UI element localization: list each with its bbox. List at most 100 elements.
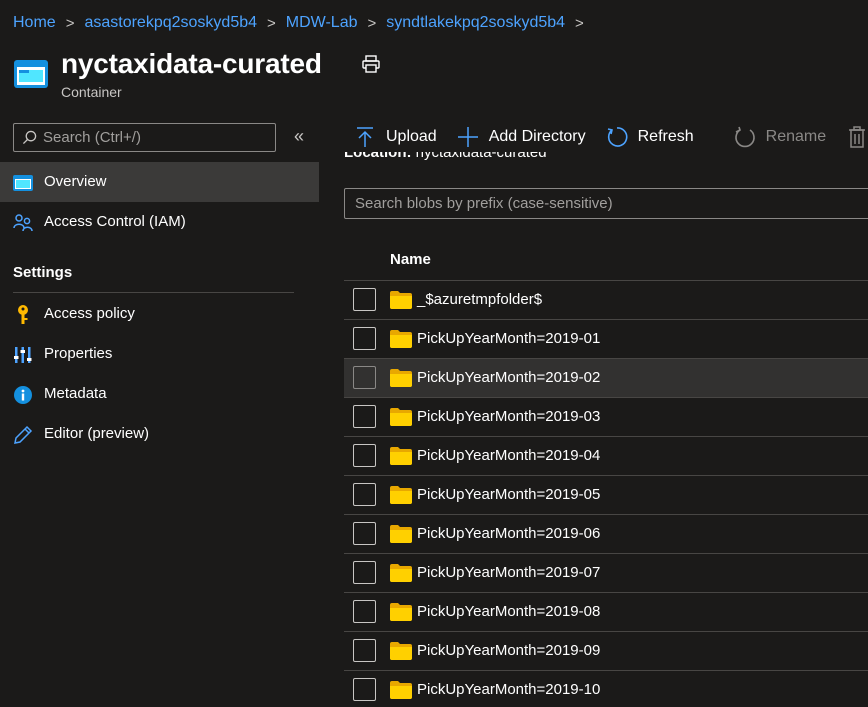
add-directory-button[interactable]: Add Directory [457, 117, 586, 157]
row-checkbox[interactable] [353, 561, 376, 584]
folder-name[interactable]: _$azuretmpfolder$ [417, 291, 542, 308]
sidebar-item-editor[interactable]: Editor (preview) [0, 414, 319, 454]
breadcrumb-storage-account[interactable]: asastorekpq2soskyd5b4 [84, 14, 257, 32]
folder-name[interactable]: PickUpYearMonth=2019-06 [417, 525, 600, 542]
delete-button[interactable] [846, 117, 868, 157]
print-icon[interactable] [361, 54, 381, 74]
sidebar-item-label: Metadata [44, 385, 107, 402]
info-icon [13, 385, 33, 405]
page-subtitle: Container [61, 84, 122, 100]
folder-icon [390, 447, 412, 465]
refresh-icon [607, 127, 628, 147]
table-row[interactable]: PickUpYearMonth=2019-01 [344, 320, 868, 359]
folder-name[interactable]: PickUpYearMonth=2019-07 [417, 564, 600, 581]
column-header-name[interactable]: Name [390, 251, 431, 268]
table-row[interactable]: PickUpYearMonth=2019-03 [344, 398, 868, 437]
rename-label: Rename [765, 128, 827, 145]
table-row[interactable]: _$azuretmpfolder$ [344, 281, 868, 320]
table-header: Name [344, 242, 868, 281]
chevron-right-icon: > [267, 14, 276, 32]
breadcrumb-resource-group[interactable]: MDW-Lab [286, 14, 358, 32]
search-icon [22, 130, 37, 145]
table-row[interactable]: PickUpYearMonth=2019-09 [344, 632, 868, 671]
folder-name[interactable]: PickUpYearMonth=2019-10 [417, 681, 600, 698]
page-title: nyctaxidata-curated [61, 48, 322, 79]
pencil-icon [13, 425, 33, 445]
folder-name[interactable]: PickUpYearMonth=2019-02 [417, 369, 600, 386]
folder-name[interactable]: PickUpYearMonth=2019-08 [417, 603, 600, 620]
properties-icon [13, 345, 33, 365]
folder-icon [390, 330, 412, 348]
folder-icon [390, 642, 412, 660]
chevron-right-icon: > [65, 14, 75, 32]
table-row[interactable]: PickUpYearMonth=2019-07 [344, 554, 868, 593]
key-icon [13, 305, 33, 325]
table-row[interactable]: PickUpYearMonth=2019-06 [344, 515, 868, 554]
table-row[interactable]: PickUpYearMonth=2019-02 [344, 359, 868, 398]
people-icon [13, 213, 33, 233]
folder-icon [390, 486, 412, 504]
location-label: Location: [344, 152, 412, 161]
sidebar-search-input[interactable] [43, 129, 263, 146]
folder-icon [390, 291, 412, 309]
table-row[interactable]: PickUpYearMonth=2019-08 [344, 593, 868, 632]
sidebar-item-access-policy[interactable]: Access policy [0, 294, 319, 334]
blob-search-box[interactable] [344, 188, 868, 219]
blob-list: _$azuretmpfolder$ PickUpYearMonth=2019-01… [344, 281, 868, 707]
row-checkbox[interactable] [353, 444, 376, 467]
row-checkbox[interactable] [353, 600, 376, 623]
add-directory-label: Add Directory [488, 128, 586, 145]
row-checkbox[interactable] [353, 639, 376, 662]
refresh-button[interactable]: Refresh [606, 117, 694, 157]
chevron-right-icon: > [367, 14, 377, 32]
sidebar-item-label: Overview [44, 173, 107, 190]
settings-section-header: Settings [13, 264, 73, 281]
divider [13, 292, 294, 293]
row-checkbox[interactable] [353, 405, 376, 428]
row-checkbox[interactable] [353, 327, 376, 350]
rename-button[interactable]: Rename [734, 117, 826, 157]
row-checkbox[interactable] [353, 288, 376, 311]
refresh-label: Refresh [637, 128, 694, 145]
sidebar-search-box[interactable] [13, 123, 276, 152]
sidebar-item-overview[interactable]: Overview [0, 162, 319, 202]
folder-name[interactable]: PickUpYearMonth=2019-05 [417, 486, 600, 503]
row-checkbox[interactable] [353, 483, 376, 506]
sidebar-item-access-control[interactable]: Access Control (IAM) [0, 202, 319, 242]
sidebar: « Overview Access Control (IAM) Settings [0, 116, 320, 707]
folder-name[interactable]: PickUpYearMonth=2019-09 [417, 642, 600, 659]
sidebar-item-label: Editor (preview) [44, 425, 150, 442]
sidebar-item-label: Access Control (IAM) [44, 213, 186, 230]
folder-icon [390, 681, 412, 699]
row-checkbox[interactable] [353, 366, 376, 389]
upload-button[interactable]: Upload [354, 117, 437, 157]
breadcrumb: Home > asastorekpq2soskyd5b4 > MDW-Lab >… [13, 12, 594, 34]
folder-icon [390, 369, 412, 387]
row-checkbox[interactable] [353, 678, 376, 701]
overview-icon [13, 173, 33, 193]
table-row[interactable]: PickUpYearMonth=2019-04 [344, 437, 868, 476]
storage-container-icon [14, 60, 48, 88]
row-checkbox[interactable] [353, 522, 376, 545]
table-row[interactable]: PickUpYearMonth=2019-10 [344, 671, 868, 707]
folder-name[interactable]: PickUpYearMonth=2019-04 [417, 447, 600, 464]
rename-icon [734, 126, 755, 148]
folder-icon [390, 603, 412, 621]
plus-icon [457, 127, 478, 147]
folder-icon [390, 408, 412, 426]
upload-label: Upload [386, 128, 437, 145]
upload-icon [357, 127, 373, 147]
delete-icon [849, 126, 866, 148]
blob-prefix-search-input[interactable] [355, 195, 855, 212]
collapse-sidebar-button[interactable]: « [290, 127, 308, 147]
sidebar-item-metadata[interactable]: Metadata [0, 374, 319, 414]
table-row[interactable]: PickUpYearMonth=2019-05 [344, 476, 868, 515]
folder-name[interactable]: PickUpYearMonth=2019-01 [417, 330, 600, 347]
folder-icon [390, 525, 412, 543]
breadcrumb-home[interactable]: Home [13, 14, 56, 32]
folder-name[interactable]: PickUpYearMonth=2019-03 [417, 408, 600, 425]
breadcrumb-datalake[interactable]: syndtlakekpq2soskyd5b4 [386, 14, 565, 32]
sidebar-item-properties[interactable]: Properties [0, 334, 319, 374]
sidebar-item-label: Properties [44, 345, 113, 362]
location-value: nyctaxidata-curated [415, 152, 547, 161]
